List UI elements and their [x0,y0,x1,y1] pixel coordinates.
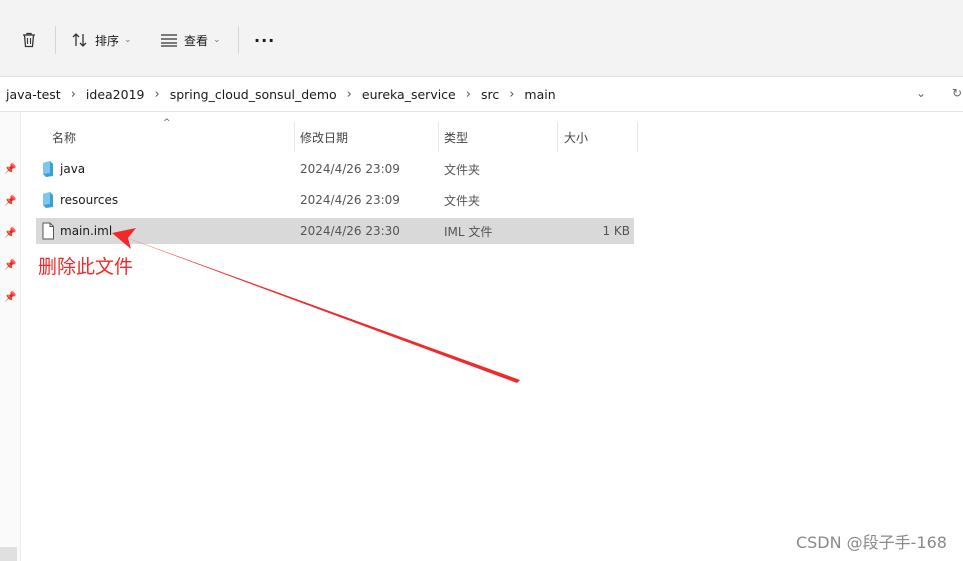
breadcrumb: java-test › idea2019 › spring_cloud_sons… [6,77,556,111]
annotation-text: 删除此文件 [38,256,134,278]
pin-icon[interactable]: 📌 [4,228,16,239]
file-row-java[interactable]: java 2024/4/26 23:09 文件夹 [36,156,634,182]
scrollbar-thumb[interactable] [0,547,17,561]
toolbar-separator [55,26,56,54]
column-header-type[interactable]: 类型 [444,122,468,152]
file-icon [42,222,54,240]
file-date: 2024/4/26 23:09 [300,162,400,176]
file-name: resources [60,193,119,207]
column-header-size[interactable]: 大小 [564,122,588,152]
file-date: 2024/4/26 23:09 [300,193,400,207]
address-bar[interactable]: java-test › idea2019 › spring_cloud_sons… [0,77,963,112]
history-dropdown-icon[interactable]: ⌄ [916,86,926,100]
refresh-icon[interactable]: ↻ [952,86,962,100]
file-type: 文件夹 [444,162,481,177]
file-name: java [60,162,86,176]
trash-icon [23,32,35,48]
more-options-button[interactable]: ··· [254,25,275,55]
file-size: 1 KB [602,224,630,238]
file-type: IML 文件 [444,224,493,239]
chevron-right-icon: › [346,86,352,102]
column-divider[interactable] [557,122,558,152]
sort-button[interactable]: 排序 ⌄ [71,25,132,55]
chevron-down-icon: ⌄ [124,35,132,45]
navigation-pane[interactable]: 📌 📌 📌 📌 📌 [0,112,21,561]
folder-icon [43,192,53,208]
chevron-down-icon: ⌄ [213,35,221,45]
pin-icon[interactable]: 📌 [4,260,16,271]
breadcrumb-item[interactable]: java-test [6,87,61,102]
column-divider[interactable] [637,122,638,152]
toolbar: 排序 ⌄ 查看 ⌄ ··· [0,0,963,77]
file-date: 2024/4/26 23:30 [300,224,400,238]
file-row-resources[interactable]: resources 2024/4/26 23:09 文件夹 [36,187,634,213]
column-divider[interactable] [294,122,295,152]
column-header-date[interactable]: 修改日期 [300,122,348,152]
delete-button[interactable] [20,25,38,55]
list-view-icon [161,34,177,47]
sort-label: 排序 [95,33,120,48]
pin-icon[interactable]: 📌 [4,196,16,207]
more-icon: ··· [254,30,276,50]
column-divider[interactable] [438,122,439,152]
chevron-right-icon: › [154,86,160,102]
watermark: CSDN @段子手-168 [795,533,947,552]
view-button[interactable]: 查看 ⌄ [160,25,221,55]
chevron-right-icon: › [465,86,471,102]
breadcrumb-item[interactable]: spring_cloud_sonsul_demo [170,87,337,102]
breadcrumb-item[interactable]: eureka_service [362,87,456,102]
toolbar-separator [238,26,239,54]
pin-icon[interactable]: 📌 [4,292,16,303]
breadcrumb-item[interactable]: idea2019 [86,87,145,102]
sort-icon [72,33,87,47]
file-type: 文件夹 [444,193,481,208]
pin-icon[interactable]: 📌 [4,164,16,175]
chevron-right-icon: › [70,86,76,102]
file-name: main.iml [60,224,113,238]
breadcrumb-item[interactable]: src [481,87,499,102]
sort-ascending-icon: ^ [163,118,171,128]
folder-icon [43,161,53,177]
file-row-main-iml[interactable]: main.iml 2024/4/26 23:30 IML 文件 1 KB [36,218,634,244]
view-label: 查看 [184,33,209,48]
column-header-name[interactable]: 名称 [52,122,76,152]
chevron-right-icon: › [509,86,515,102]
breadcrumb-item[interactable]: main [524,87,555,102]
